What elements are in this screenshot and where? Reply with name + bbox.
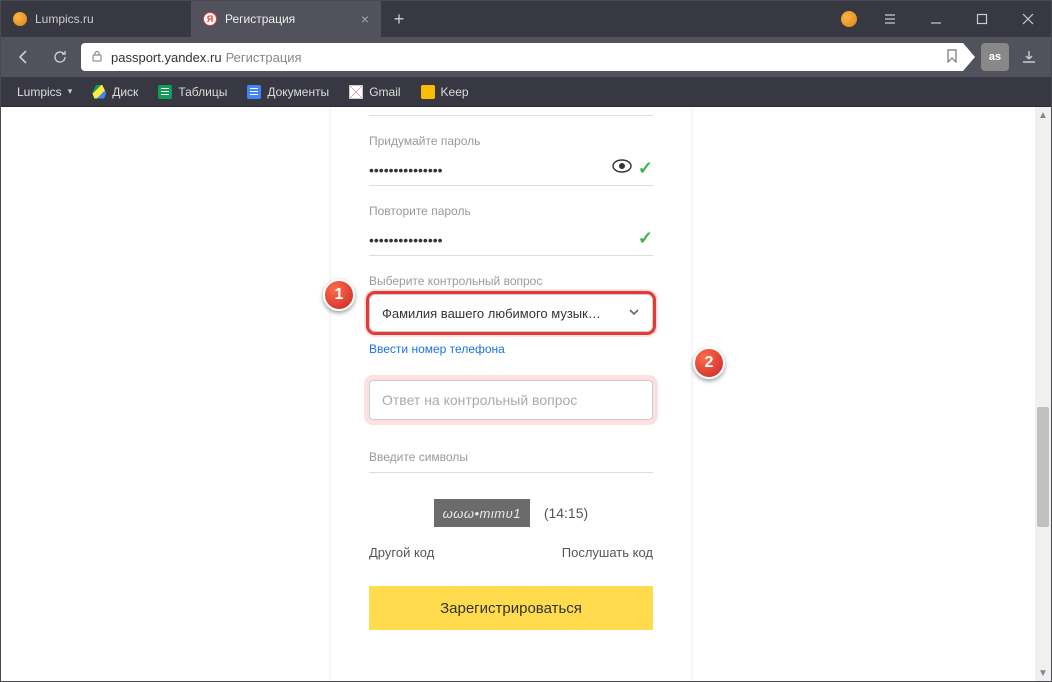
registration-form: Придумайте пароль ✓ Повторите пароль ✓ [331, 107, 691, 681]
address-bar: passport.yandex.ru Регистрация as [1, 37, 1051, 77]
bookmark-label: Диск [112, 85, 138, 99]
security-question-select[interactable]: Фамилия вашего любимого музык… [369, 294, 653, 332]
security-question-group: Выберите контрольный вопрос Фамилия ваше… [369, 274, 653, 358]
captcha-image: ωωω•тιтυ1 [434, 499, 530, 527]
bookmark-label: Lumpics [17, 85, 62, 99]
tab-title: Lumpics.ru [35, 12, 94, 26]
new-tab-button[interactable]: + [381, 1, 417, 37]
select-value: Фамилия вашего любимого музык… [382, 306, 601, 321]
lock-icon [91, 50, 103, 65]
repeat-password-input[interactable] [369, 224, 653, 256]
drive-icon [92, 85, 106, 99]
favicon-lumpics-icon [13, 12, 27, 26]
url-field[interactable]: passport.yandex.ru Регистрация [81, 43, 975, 71]
maximize-button[interactable] [959, 1, 1005, 37]
chevron-down-icon [628, 306, 640, 321]
window-controls [867, 1, 1051, 37]
scroll-up-icon[interactable]: ▲ [1035, 107, 1051, 123]
captcha-time: (14:15) [544, 505, 588, 521]
favicon-yandex-icon: Я [203, 12, 217, 26]
password-label: Придумайте пароль [369, 134, 653, 148]
close-tab-icon[interactable]: × [361, 12, 369, 26]
chevron-down-icon: ▾ [68, 86, 73, 97]
annotation-badge-1: 1 [323, 279, 355, 311]
eye-icon[interactable] [612, 159, 632, 178]
check-icon: ✓ [638, 228, 653, 249]
menu-button[interactable] [867, 1, 913, 37]
register-button[interactable]: Зарегистрироваться [369, 586, 653, 630]
scrollbar-thumb[interactable] [1037, 407, 1049, 527]
back-button[interactable] [9, 42, 39, 72]
bookmark-gmail[interactable]: Gmail [341, 85, 408, 99]
bookmark-docs[interactable]: Документы [239, 85, 337, 99]
captcha-refresh-link[interactable]: Другой код [369, 545, 434, 560]
repeat-password-group: Повторите пароль ✓ [369, 204, 653, 256]
bookmarks-bar: Lumpics ▾ Диск Таблицы Документы Gmail K… [1, 77, 1051, 107]
annotation-badge-2: 2 [693, 347, 725, 379]
titlebar: Lumpics.ru Я Регистрация × + [1, 1, 1051, 37]
minimize-button[interactable] [913, 1, 959, 37]
close-window-button[interactable] [1005, 1, 1051, 37]
tab-registration[interactable]: Я Регистрация × [191, 1, 381, 37]
security-answer-input[interactable] [369, 380, 653, 420]
url-path: Регистрация [226, 50, 302, 65]
divider [369, 115, 653, 116]
bookmark-label: Документы [267, 85, 329, 99]
profile-avatar-icon[interactable] [841, 11, 857, 27]
captcha-group: Введите символы ωωω•тιтυ1 (14:15) Другой… [369, 450, 653, 560]
bookmark-folder-lumpics[interactable]: Lumpics ▾ [9, 85, 80, 99]
gmail-icon [349, 85, 363, 99]
captcha-label: Введите символы [369, 450, 653, 473]
check-icon: ✓ [638, 158, 653, 179]
bookmark-label: Таблицы [178, 85, 227, 99]
bookmark-sheets[interactable]: Таблицы [150, 85, 235, 99]
downloads-button[interactable] [1015, 43, 1043, 71]
bookmark-keep[interactable]: Keep [413, 85, 477, 99]
scroll-down-icon[interactable]: ▼ [1035, 665, 1051, 681]
enter-phone-link[interactable]: Ввести номер телефона [369, 342, 505, 356]
repeat-password-label: Повторите пароль [369, 204, 653, 218]
bookmark-label: Keep [441, 85, 469, 99]
bookmark-label: Gmail [369, 85, 400, 99]
extension-lastfm-button[interactable]: as [981, 43, 1009, 71]
security-answer-group [369, 380, 653, 420]
url-host: passport.yandex.ru [111, 50, 222, 65]
page-content: Придумайте пароль ✓ Повторите пароль ✓ [1, 107, 1051, 681]
tab-title: Регистрация [225, 12, 295, 26]
browser-window: Lumpics.ru Я Регистрация × + passport.ya… [0, 0, 1052, 682]
scrollbar[interactable]: ▲ ▼ [1035, 107, 1051, 681]
sheets-icon [158, 85, 172, 99]
url-text: passport.yandex.ru Регистрация [111, 50, 302, 65]
reload-button[interactable] [45, 42, 75, 72]
docs-icon [247, 85, 261, 99]
tab-lumpics[interactable]: Lumpics.ru [1, 1, 191, 37]
captcha-audio-link[interactable]: Послушать код [562, 545, 653, 560]
bookmark-icon[interactable] [945, 49, 959, 66]
keep-icon [421, 85, 435, 99]
password-group: Придумайте пароль ✓ [369, 134, 653, 186]
bookmark-drive[interactable]: Диск [84, 85, 146, 99]
password-input[interactable] [369, 154, 653, 186]
tab-strip: Lumpics.ru Я Регистрация × + [1, 1, 831, 37]
security-question-label: Выберите контрольный вопрос [369, 274, 653, 288]
